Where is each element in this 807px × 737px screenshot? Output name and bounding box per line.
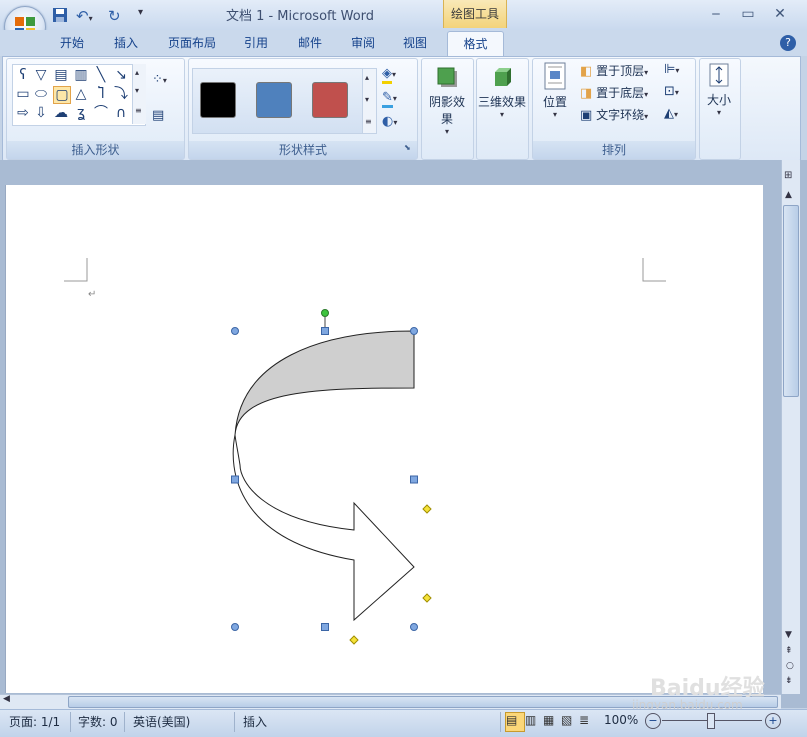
outline-view-button[interactable]: ▧	[561, 713, 572, 727]
outline-icon: ▧	[561, 713, 573, 727]
status-divider	[70, 712, 71, 732]
adjust-handle-2[interactable]	[422, 593, 432, 603]
zoom-in-button[interactable]: +	[765, 713, 781, 729]
resize-handle-bottom[interactable]	[321, 623, 329, 631]
paragraph-mark-icon: ↵	[88, 289, 96, 300]
zoom-out-button[interactable]: −	[645, 713, 661, 729]
web-layout-button[interactable]: ▦	[543, 713, 554, 727]
insert-mode-status[interactable]: 插入	[243, 713, 267, 730]
zoom-level[interactable]: 100%	[604, 713, 638, 727]
resize-handle-top[interactable]	[321, 327, 329, 335]
curved-arrow-front-face[interactable]	[232, 434, 415, 622]
resize-handle-bottom-left[interactable]	[231, 623, 239, 631]
previous-page-icon[interactable]: ⇞	[785, 646, 793, 656]
minus-icon: −	[648, 714, 658, 727]
resize-handle-top-left[interactable]	[231, 327, 239, 335]
margin-corner-top-left	[64, 258, 88, 282]
plus-icon: +	[768, 714, 778, 727]
rotation-handle[interactable]	[321, 309, 329, 317]
draft-view-button[interactable]: ≣	[579, 713, 589, 727]
web-layout-icon: ▦	[543, 713, 555, 727]
scroll-left-icon[interactable]: ◀	[3, 694, 10, 704]
vertical-scroll-thumb[interactable]	[783, 205, 799, 397]
adjust-handle-1[interactable]	[422, 504, 432, 514]
status-divider	[500, 712, 501, 732]
status-divider	[234, 712, 235, 732]
status-bar	[0, 709, 807, 737]
next-page-icon[interactable]: ⇟	[785, 676, 793, 686]
resize-handle-left[interactable]	[231, 475, 239, 484]
word-count-status[interactable]: 字数: 0	[78, 713, 118, 730]
resize-handle-right[interactable]	[410, 475, 418, 484]
zoom-slider-thumb[interactable]	[707, 713, 715, 729]
page-count-status[interactable]: 页面: 1/1	[9, 713, 60, 730]
full-screen-reading-button[interactable]: ▥	[525, 713, 536, 727]
language-status[interactable]: 英语(美国)	[133, 713, 190, 730]
curved-arrow-back-face[interactable]	[234, 330, 415, 436]
draft-icon: ≣	[579, 713, 590, 727]
margin-corner-top-right	[642, 258, 666, 282]
adjust-handle-3[interactable]	[349, 635, 359, 645]
ruler-toggle-icon[interactable]: ⊞	[784, 170, 792, 181]
print-layout-icon: ▤	[506, 713, 518, 727]
resize-handle-top-right[interactable]	[410, 327, 418, 335]
select-browse-object-icon[interactable]: ○	[786, 661, 794, 671]
status-divider	[124, 712, 125, 732]
scroll-up-icon[interactable]: ▲	[785, 190, 792, 200]
reading-view-icon: ▥	[525, 713, 537, 727]
scroll-down-icon[interactable]: ▼	[785, 630, 792, 640]
print-layout-view-button[interactable]: ▤	[505, 712, 525, 732]
resize-handle-bottom-right[interactable]	[410, 623, 418, 631]
canvas-overlay: ↵	[64, 258, 666, 645]
